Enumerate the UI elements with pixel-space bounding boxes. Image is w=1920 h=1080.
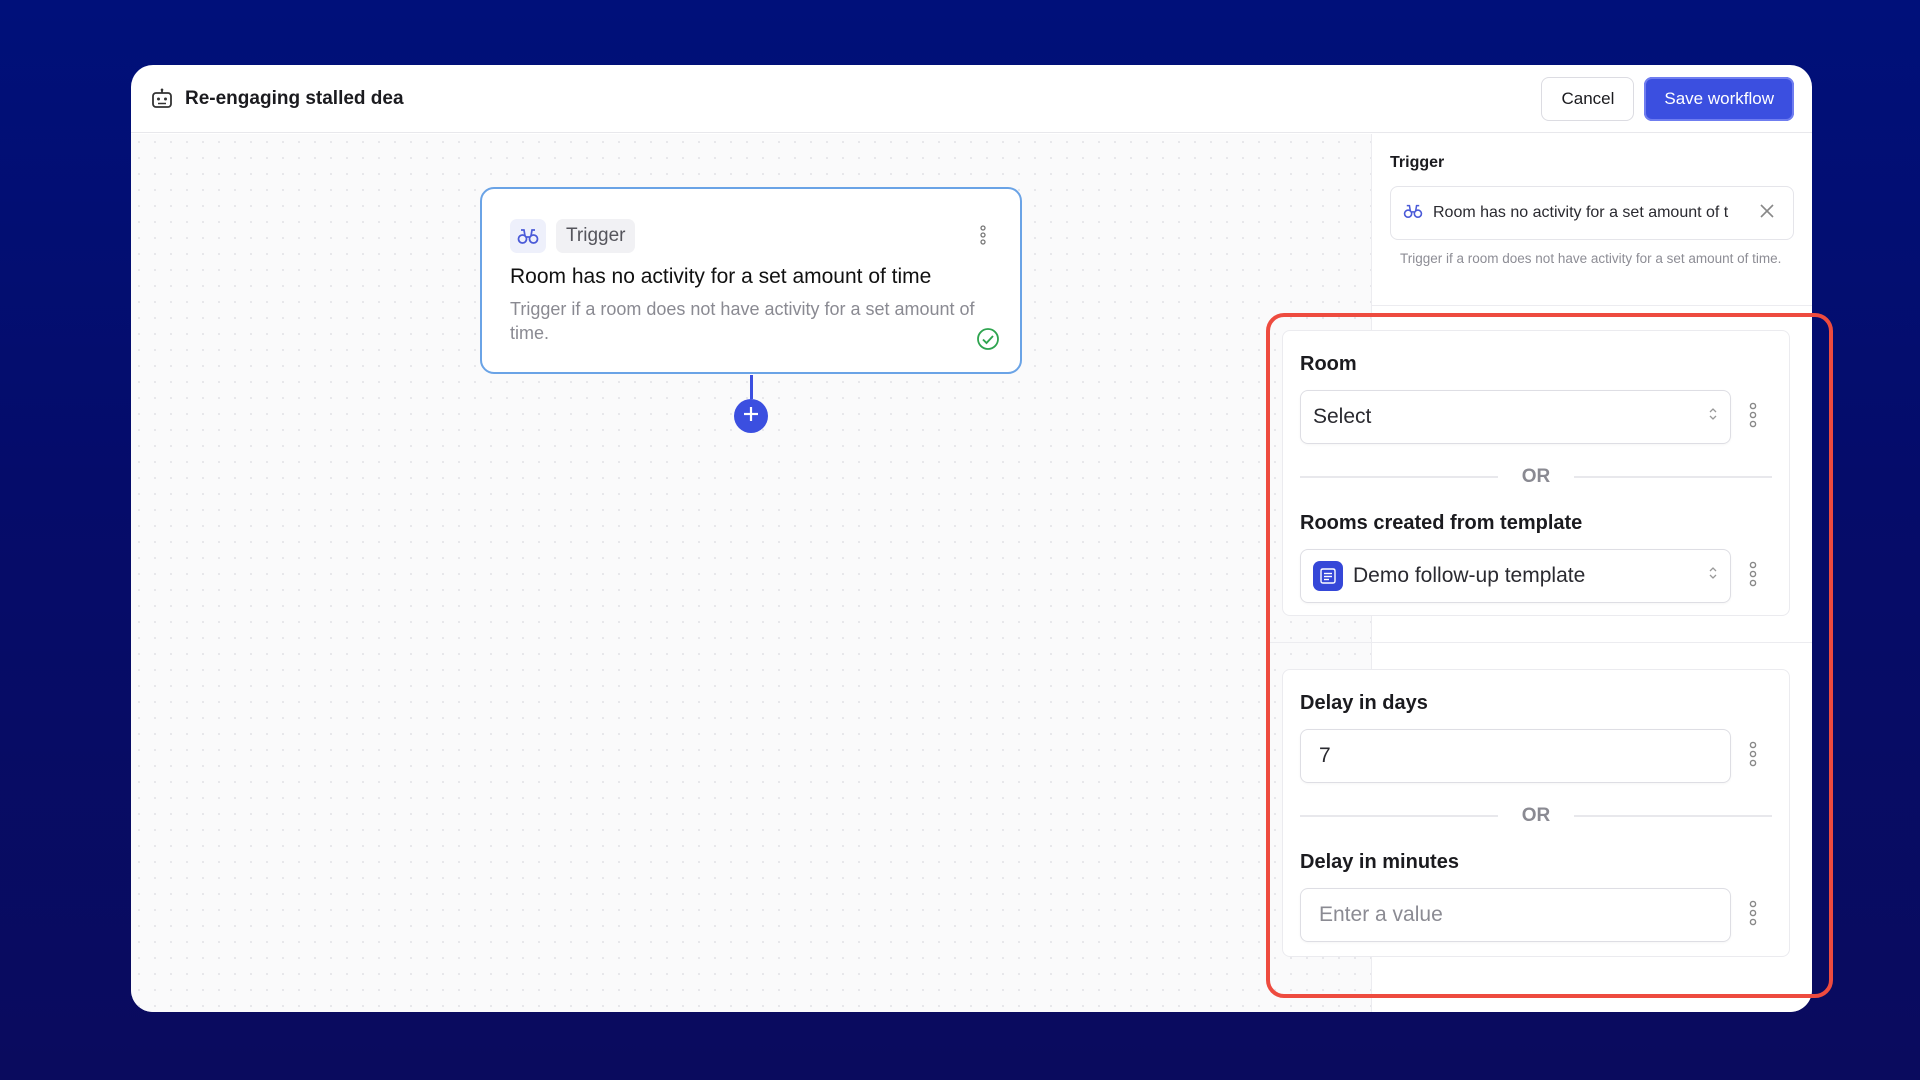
delay-days-row: 7 — [1300, 729, 1771, 783]
binoculars-icon — [1403, 203, 1423, 224]
template-list-icon — [1313, 561, 1343, 591]
add-step-button[interactable] — [734, 399, 768, 433]
or-label: OR — [1521, 805, 1551, 826]
template-label: Rooms created from template — [1300, 512, 1583, 534]
or-divider: OR — [1300, 466, 1772, 488]
node-kebab-menu-icon[interactable] — [980, 225, 986, 250]
trigger-section-label: Trigger — [1390, 154, 1445, 171]
delay-minutes-label: Delay in minutes — [1300, 851, 1459, 873]
trigger-selector[interactable]: Room has no activity for a set amount of… — [1390, 186, 1794, 240]
cancel-button[interactable]: Cancel — [1541, 76, 1635, 121]
delay-settings-group: Delay in days 7 OR Delay in minutes Ente… — [1282, 669, 1790, 957]
delay-days-label: Delay in days — [1300, 692, 1428, 714]
trigger-badge: Trigger — [556, 219, 636, 253]
delay-minutes-input[interactable]: Enter a value — [1300, 888, 1731, 942]
trigger-node-header: Trigger — [510, 219, 992, 253]
delay-days-kebab-menu-icon[interactable] — [1749, 741, 1757, 772]
template-kebab-menu-icon[interactable] — [1749, 561, 1757, 592]
robot-icon — [151, 88, 175, 110]
room-select-value: Select — [1313, 405, 1372, 428]
or-label: OR — [1521, 466, 1551, 487]
or-line-left — [1300, 815, 1498, 817]
trigger-node[interactable]: Trigger Room has no activity for a set a… — [480, 187, 1022, 374]
section-divider — [1268, 642, 1812, 643]
editor-header: Re-engaging stalled dea Cancel Save work… — [131, 65, 1812, 133]
trigger-help-text: Trigger if a room does not have activity… — [1400, 251, 1782, 266]
template-select-value: Demo follow-up template — [1353, 564, 1586, 587]
or-line-right — [1574, 476, 1772, 478]
save-workflow-button[interactable]: Save workflow — [1644, 76, 1794, 121]
chevron-up-down-icon — [1708, 564, 1718, 588]
room-kebab-menu-icon[interactable] — [1749, 402, 1757, 433]
node-connector — [750, 375, 753, 399]
or-line-left — [1300, 476, 1498, 478]
delay-minutes-kebab-menu-icon[interactable] — [1749, 900, 1757, 931]
plus-icon — [742, 405, 760, 428]
check-circle-icon — [976, 327, 1000, 356]
close-icon[interactable] — [1759, 203, 1775, 224]
template-select[interactable]: Demo follow-up template — [1300, 549, 1731, 603]
room-row: Select — [1300, 390, 1771, 444]
workflow-title[interactable]: Re-engaging stalled dea — [185, 88, 404, 110]
trigger-node-title: Room has no activity for a set amount of… — [510, 265, 932, 288]
trigger-section: Trigger Room has no activity for a set a… — [1372, 134, 1812, 306]
template-row: Demo follow-up template — [1300, 549, 1771, 603]
room-select[interactable]: Select — [1300, 390, 1731, 444]
room-settings-group: Room Select OR Rooms created from templa… — [1282, 330, 1790, 616]
trigger-selector-value: Room has no activity for a set amount of… — [1433, 204, 1729, 221]
delay-days-input[interactable]: 7 — [1300, 729, 1731, 783]
room-label: Room — [1300, 353, 1357, 375]
or-divider: OR — [1300, 805, 1772, 827]
trigger-node-description: Trigger if a room does not have activity… — [510, 299, 975, 343]
workflow-canvas[interactable]: Trigger Room has no activity for a set a… — [131, 134, 1371, 1012]
chevron-up-down-icon — [1708, 405, 1718, 429]
delay-minutes-row: Enter a value — [1300, 888, 1771, 942]
or-line-right — [1574, 815, 1772, 817]
binoculars-icon — [510, 219, 546, 253]
